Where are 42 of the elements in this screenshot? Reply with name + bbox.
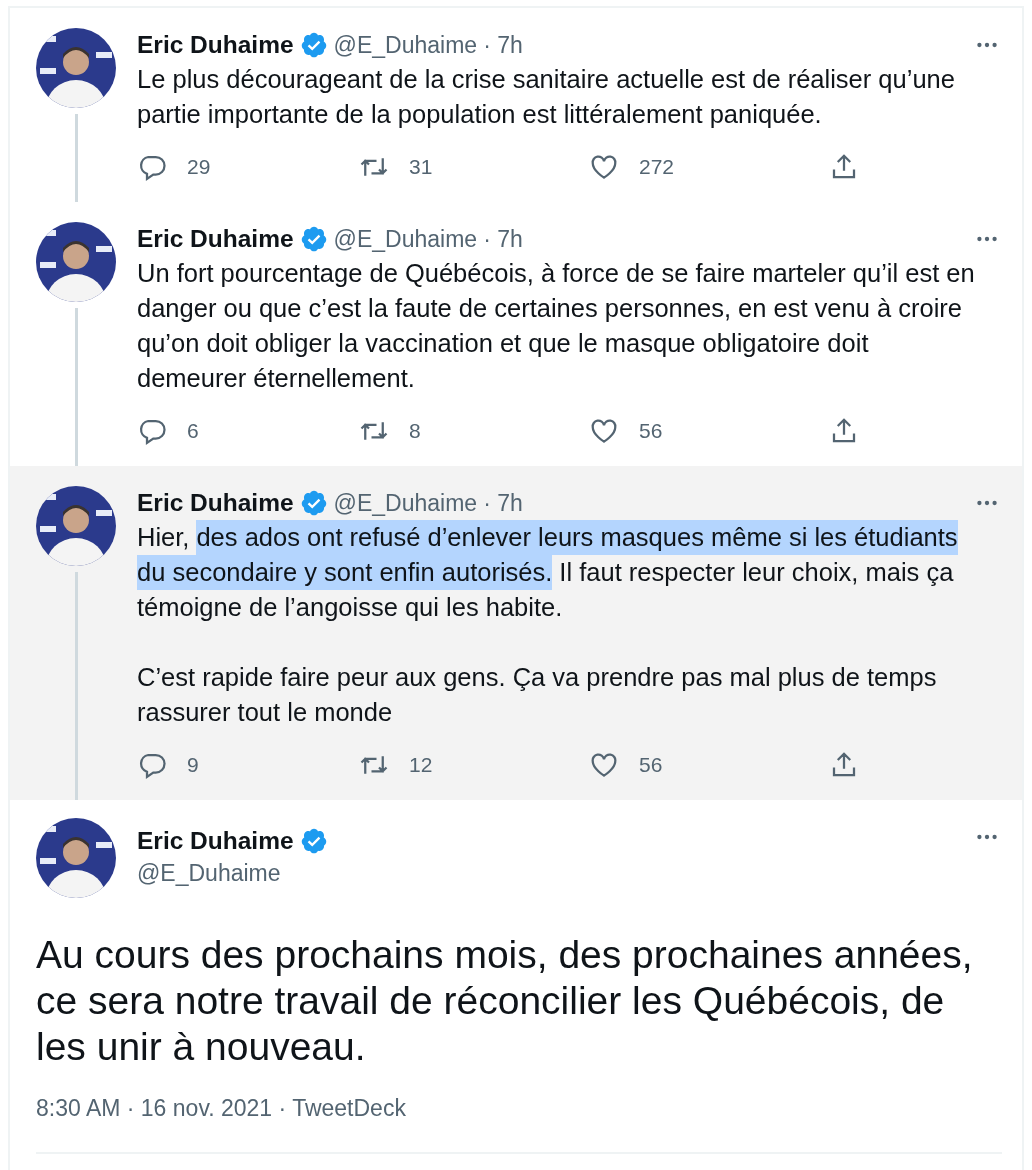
tweet-text: rassurer tout le monde: [137, 697, 393, 728]
reply-count: 6: [187, 419, 199, 443]
author-name[interactable]: Eric Duhaime: [137, 31, 294, 59]
reply-count: 9: [187, 753, 199, 777]
tweet-card[interactable]: [10, 466, 1022, 800]
tweet-text: qu’on doit obliger la vaccination et que le masque obligatoire doit: [137, 328, 869, 359]
heart-icon[interactable]: [589, 416, 619, 446]
tweet-time[interactable]: · 7h: [483, 489, 523, 517]
like-count: 272: [639, 155, 675, 179]
author-name[interactable]: Eric Duhaime: [137, 489, 294, 517]
tweet-text: Un fort pourcentage de Québécois, à force de se faire marteler qu’il est en: [137, 258, 975, 289]
text-selection: des ados ont refusé d’enlever leurs masques même si les étudiants: [196, 520, 958, 555]
tweet-text: les unir à nouveau.: [36, 1024, 367, 1070]
heart-icon[interactable]: [589, 152, 619, 182]
tweet-text: danger ou que c’est la faute de certaines personnes, en est venu à croire: [137, 293, 963, 324]
author-handle[interactable]: @E_Duhaime: [137, 860, 328, 887]
tweet-text: demeurer éternellement.: [137, 363, 415, 394]
heart-icon[interactable]: [589, 750, 619, 780]
author-name[interactable]: Eric Duhaime: [137, 225, 294, 253]
retweet-count: 8: [409, 419, 421, 443]
tweet-text: C’est rapide faire peur aux gens. Ça va prendre pas mal plus de temps: [137, 662, 937, 693]
author-name[interactable]: Eric Duhaime: [137, 827, 294, 855]
retweet-count: 12: [409, 753, 433, 777]
author-handle[interactable]: @E_Duhaime: [333, 225, 478, 253]
like-count: 56: [639, 419, 663, 443]
reply-count: 29: [187, 155, 211, 179]
tweet-text: Au cours des prochains mois, des prochaines années,: [36, 932, 974, 978]
tweet-card[interactable]: Eric Duhaime @E_Duhaime · 7h Le plus décourageant de la crise sanitaire actuelle est de réaliser qu’une partie importante de la population est littéralement paniquée. 29 31 272: [10, 8, 1022, 202]
retweet-count: 31: [409, 155, 433, 179]
author-handle[interactable]: @E_Duhaime: [333, 489, 478, 517]
author-handle[interactable]: @E_Duhaime: [333, 31, 478, 59]
tweet-text: Hier,: [137, 522, 190, 553]
tweet-meta: 8:30 AM · 16 nov. 2021 · TweetDeck: [36, 1094, 407, 1122]
tweet-text: partie importante de la population est littéralement paniquée.: [137, 99, 822, 130]
tweet-time[interactable]: · 7h: [483, 31, 523, 59]
tweet-text: Il faut respecter leur choix, mais ça: [559, 557, 954, 588]
tweet-text: Le plus décourageant de la crise sanitaire actuelle est de réaliser qu’une: [137, 64, 955, 95]
tweet-text: témoigne de l’angoisse qui les habite.: [137, 592, 563, 623]
tweet-time[interactable]: · 7h: [483, 225, 523, 253]
like-count: 56: [639, 753, 663, 777]
text-selection: du secondaire y sont enfin autorisés.: [137, 555, 553, 590]
tweet-text: ce sera notre travail de réconcilier les Québécois, de: [36, 978, 946, 1024]
